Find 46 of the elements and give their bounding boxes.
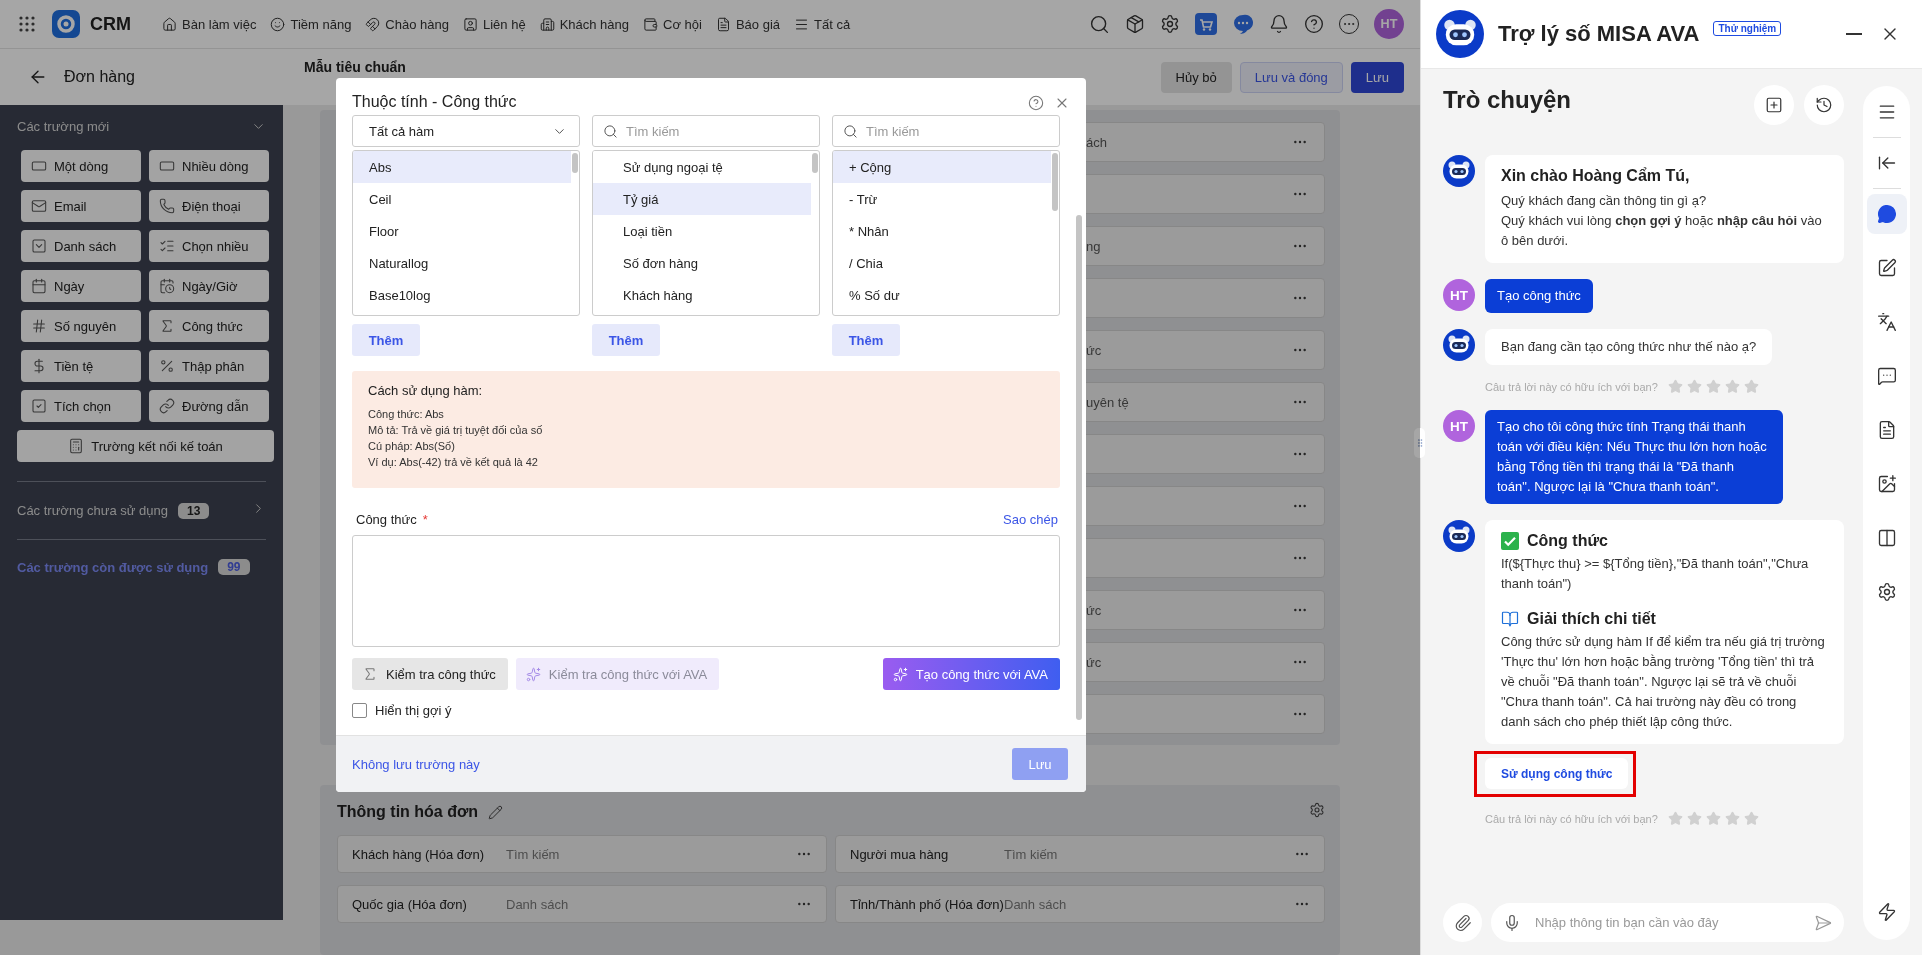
dialog-title: Thuộc tính - Công thức bbox=[352, 93, 518, 111]
count-badge: 13 bbox=[178, 502, 210, 519]
field-placeholder: Tìm kiếm bbox=[1004, 846, 1059, 862]
field-text: ức bbox=[1086, 654, 1102, 670]
field-label: Người mua hàng bbox=[850, 846, 950, 862]
section-title: Thông tin hóa đơn bbox=[337, 803, 479, 821]
user-message: Tạo cho tôi công thức tính Trạng thái thanh toán với điều kiện: Nếu Thực thu lớn hơn hoặc bằng Tổng tiền thì trạng thái là "Đã thanh toán". Ngược lại là "Chưa thanh toán". bbox=[1485, 410, 1783, 504]
field-placeholder: Danh sách bbox=[506, 896, 570, 912]
user-avatar: HT bbox=[1443, 410, 1475, 442]
rating-prompt: Câu trả lời này có hữu ích với bạn? bbox=[1485, 812, 1658, 825]
field-label: Công thức bbox=[356, 512, 417, 527]
message-text: Quý khách vui lòng chọn gợi ý hoặc nhập câu hỏi vào ô bên dưới. bbox=[1501, 212, 1823, 250]
field-text: uyên tệ bbox=[1086, 394, 1129, 410]
message-text: Công thức sử dụng hàm If để kiểm tra nếu giá trị trường 'Thực thu' lớn hơn hoặc bằng trường 'Tổng tiền' thì trả về chuỗi "Đã thanh toán". Ngược lại sẽ trả về chuỗi "Chưa thanh toán". Cả hai trường này đều có trong danh sách cho phép thiết lập công thức. bbox=[1501, 633, 1826, 731]
checkbox-label: Hiển thị gợi ý bbox=[375, 703, 452, 718]
greeting-heading: Xin chào Hoàng Cẩm Tú, bbox=[1501, 167, 1691, 185]
field-label: Tỉnh/Thành phố (Hóa đơn) bbox=[850, 896, 1004, 912]
field-placeholder: Tìm kiếm bbox=[506, 846, 561, 862]
count-badge: 99 bbox=[218, 559, 250, 575]
field-text: ách bbox=[1086, 134, 1107, 150]
required-mark: * bbox=[422, 512, 429, 527]
page-title: Đơn hàng bbox=[64, 68, 136, 86]
message-text: Quý khách đang cần thông tin gì ạ? bbox=[1501, 192, 1708, 210]
field-text: ức bbox=[1086, 342, 1102, 358]
user-message: Tạo công thức bbox=[1485, 279, 1593, 313]
usage-line: Ví dụ: Abs(-42) trả về kết quả là 42 bbox=[368, 456, 539, 468]
usage-line: Cú pháp: Abs(Số) bbox=[368, 440, 456, 452]
field-placeholder: Danh sách bbox=[1004, 896, 1068, 912]
bot-message: Bạn đang cần tạo công thức như thế nào ạ? bbox=[1485, 329, 1773, 365]
assistant-title: Trợ lý số MISA AVA bbox=[1498, 21, 1700, 47]
field-text: ức bbox=[1086, 602, 1102, 618]
field-label: Khách hàng (Hóa đơn) bbox=[352, 846, 486, 862]
field-label: Quốc gia (Hóa đơn) bbox=[352, 896, 468, 912]
usage-line: Công thức: Abs bbox=[368, 408, 445, 420]
usage-title: Cách sử dụng hàm: bbox=[368, 383, 484, 398]
app-name: CRM bbox=[90, 13, 131, 35]
section-title: Trò chuyện bbox=[1443, 86, 1573, 114]
panel-title: Các trường mới bbox=[17, 119, 110, 134]
usage-line: Mô tả: Trả về giá trị tuyệt đối của số bbox=[368, 424, 544, 436]
user-avatar: HT bbox=[1443, 279, 1475, 311]
field-text: ng bbox=[1086, 238, 1101, 254]
beta-badge: Thử nghiệm bbox=[1713, 21, 1782, 36]
section-heading: Công thức bbox=[1527, 532, 1608, 550]
section-heading: Giải thích chi tiết bbox=[1527, 610, 1656, 628]
rating-prompt: Câu trả lời này có hữu ích với bạn? bbox=[1485, 380, 1658, 393]
message-text: If(${Thực thu} >= ${Tổng tiền},"Đã thanh toán","Chưa thanh toán") bbox=[1501, 555, 1810, 593]
